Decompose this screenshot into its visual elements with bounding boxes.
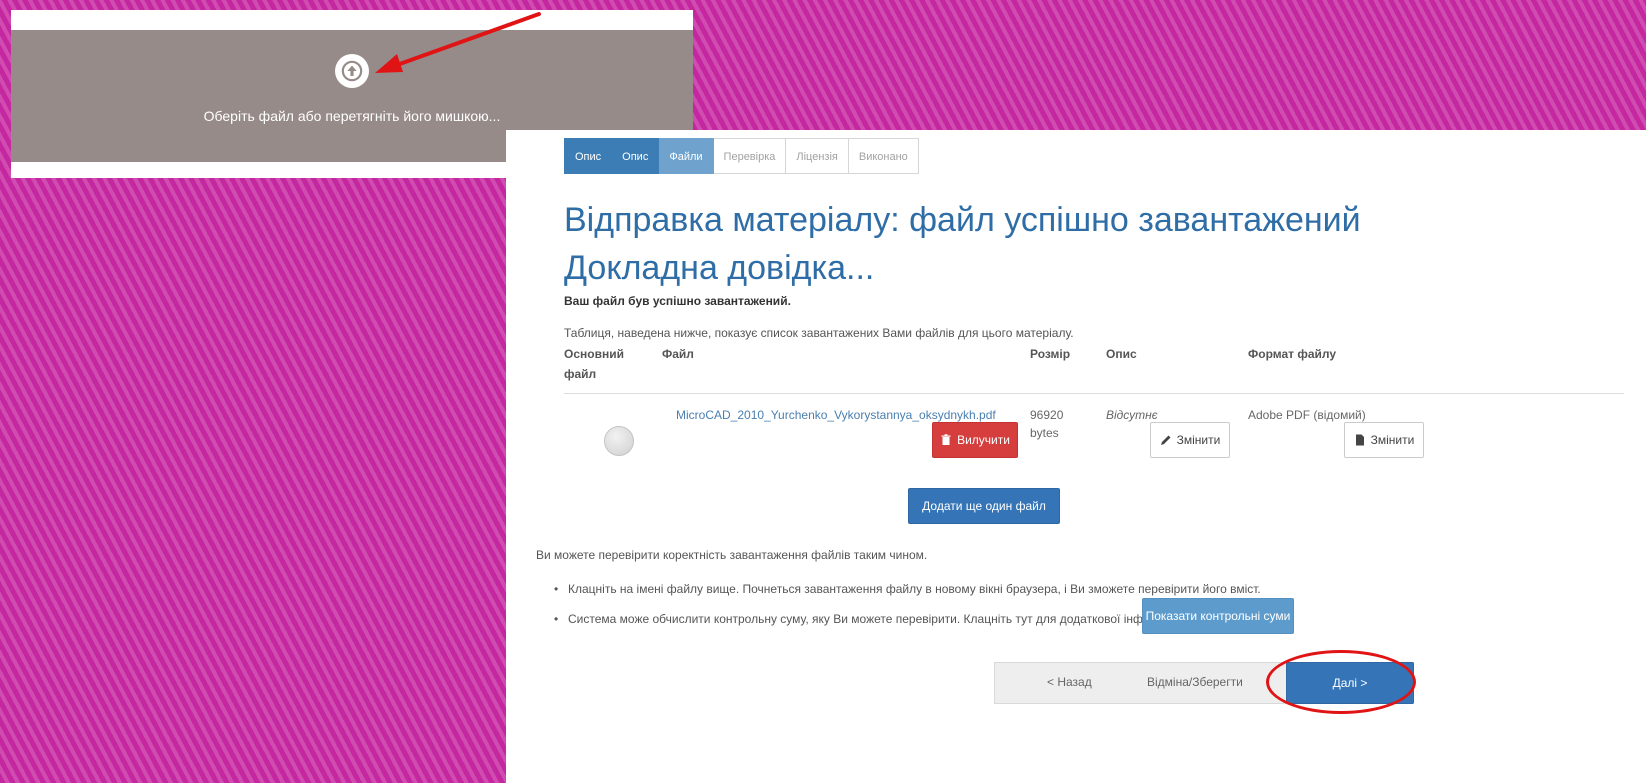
- header-description: Опис: [1106, 347, 1137, 361]
- trash-icon: [941, 434, 951, 445]
- change-format-button[interactable]: Змінити: [1344, 422, 1424, 458]
- step-tab-complete: Виконано: [848, 138, 919, 174]
- dropzone-prompt: Оберіть файл або перетягніть його мишкою…: [203, 108, 501, 124]
- change-format-label: Змінити: [1370, 433, 1415, 447]
- verify-bullet-2: Система може обчислити контрольну суму, …: [554, 612, 1187, 626]
- upload-icon[interactable]: [335, 54, 369, 88]
- next-button[interactable]: Далі >: [1286, 662, 1414, 704]
- change-description-label: Змінити: [1176, 433, 1221, 447]
- remove-file-button[interactable]: Вилучити: [932, 422, 1018, 458]
- verify-bullet-1: Клацніть на імені файлу вище. Почнеться …: [554, 582, 1261, 596]
- step-tab-files[interactable]: Файли: [659, 138, 714, 174]
- cancel-save-button[interactable]: Відміна/Зберегти: [1147, 675, 1243, 689]
- step-tab-description-2[interactable]: Опис: [612, 138, 660, 174]
- file-size-unit: bytes: [1030, 426, 1059, 440]
- header-file: Файл: [662, 347, 694, 361]
- file-icon: [1355, 434, 1364, 446]
- header-size: Розмір: [1030, 347, 1071, 361]
- header-format: Формат файлу: [1248, 347, 1337, 361]
- step-tab-description-1[interactable]: Опис: [564, 138, 613, 174]
- add-file-button[interactable]: Додати ще один файл: [908, 488, 1060, 524]
- step-tab-review: Перевірка: [713, 138, 787, 174]
- file-size-value: 96920: [1030, 408, 1064, 422]
- primary-file-radio[interactable]: [604, 426, 634, 456]
- submission-panel: Опис Опис Файли Перевірка Ліцензія Викон…: [506, 130, 1646, 783]
- header-primary-line1: Основний: [564, 347, 624, 361]
- file-name-link[interactable]: MicroCAD_2010_Yurchenko_Vykorystannya_ok…: [676, 408, 996, 422]
- success-message: Ваш файл був успішно завантажений.: [564, 294, 791, 308]
- pencil-icon: [1160, 435, 1171, 445]
- change-description-button[interactable]: Змінити: [1150, 422, 1230, 458]
- remove-file-label: Вилучити: [957, 433, 1010, 447]
- verify-intro: Ви можете перевірити коректність заванта…: [536, 548, 928, 562]
- table-divider: [564, 393, 1624, 394]
- header-primary-line2: файл: [564, 367, 597, 381]
- file-size: 96920 bytes: [1030, 406, 1063, 442]
- back-button[interactable]: < Назад: [1047, 675, 1092, 689]
- wizard-steps: Опис Опис Файли Перевірка Ліцензія Викон…: [564, 138, 919, 174]
- show-checksums-button[interactable]: Показати контрольні суми: [1142, 598, 1294, 634]
- header-primary-file: Основний файл: [564, 344, 624, 384]
- step-tab-license: Ліцензія: [786, 138, 849, 174]
- page-title: Відправка матеріалу: файл успішно завант…: [564, 201, 1361, 287]
- arrow-up-circle-icon: [341, 60, 363, 82]
- table-intro: Таблиця, наведена нижче, показує список …: [564, 326, 1074, 340]
